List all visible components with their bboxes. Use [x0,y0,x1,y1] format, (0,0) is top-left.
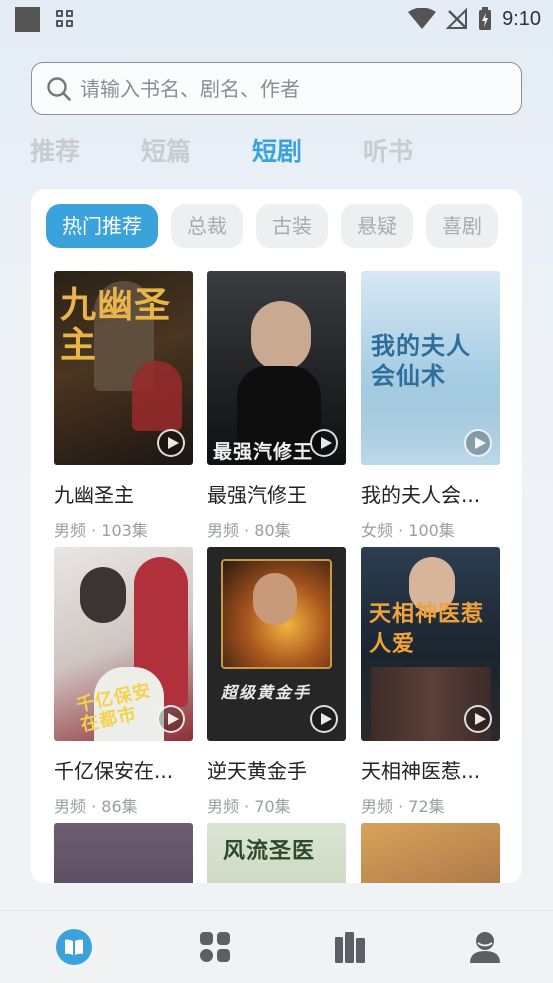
nav-bookshelf[interactable] [332,929,368,965]
search-icon [47,76,71,101]
battery-charging-icon [479,7,492,30]
no-signal-icon [446,8,468,29]
notification-icon [15,7,40,32]
bottom-navigation [0,910,553,983]
drama-item[interactable]: 超级黄金手 逆天黄金手 男频 · 70集 [207,547,346,817]
wifi-icon [408,8,437,29]
nav-category[interactable] [197,929,233,965]
drama-list-card: 热门推荐 总裁 古装 悬疑 喜剧 九幽圣主 九幽圣主 男频 · 103集 最强汽修王 [31,189,522,883]
drama-item[interactable] [54,823,193,883]
book-icon [56,929,92,965]
drama-cover[interactable]: 九幽圣主 [54,271,193,465]
drama-cover[interactable]: 超级黄金手 [207,547,346,741]
chip-costume[interactable]: 古装 [256,204,328,248]
search-bar[interactable] [31,62,522,115]
drama-item[interactable]: 我的夫人会仙术 我的夫人会... 女频 · 100集 [361,271,500,541]
drama-title: 最强汽修王 [207,483,307,507]
app-screen: 9:10 推荐 短篇 短剧 听书 热门推荐总裁古装悬疑喜剧 九幽圣主 [0,0,553,983]
tab-short-drama[interactable]: 短剧 [252,130,363,174]
drama-meta: 男频 · 80集 [207,521,291,540]
category-tabs: 推荐 短篇 短剧 听书 [30,130,474,174]
play-icon[interactable] [157,705,185,733]
drama-item[interactable]: 最强汽修王 最强汽修王 男频 · 80集 [207,271,346,541]
drama-item[interactable]: 千亿保安在都市 千亿保安在... 男频 · 86集 [54,547,193,817]
drama-meta: 男频 · 72集 [361,797,445,816]
drama-cover[interactable] [361,823,500,883]
drama-cover[interactable]: 最强汽修王 [207,271,346,465]
drama-title: 天相神医惹... [361,759,481,783]
drama-title: 九幽圣主 [54,483,134,507]
cover-title-text: 超级黄金手 [221,683,312,702]
nav-profile[interactable] [467,929,503,965]
drama-cover[interactable]: 千亿保安在都市 [54,547,193,741]
chip-mystery[interactable]: 悬疑 [341,204,413,248]
genre-chips: 热门推荐 总裁 古装 悬疑 喜剧 [46,204,507,250]
chip-comedy[interactable]: 喜剧 [426,204,498,248]
bookshelf-icon [335,932,365,963]
clock: 9:10 [502,7,541,30]
drama-item[interactable]: 九幽圣主 九幽圣主 男频 · 103集 [54,271,193,541]
drama-meta: 男频 · 86集 [54,797,138,816]
drama-title: 逆天黄金手 [207,759,307,783]
drama-meta: 女频 · 100集 [361,521,455,540]
drama-cover[interactable] [54,823,193,883]
drama-item[interactable] [361,823,500,883]
cover-title-text: 我的夫人会仙术 [371,331,471,390]
drama-title: 我的夫人会... [361,483,481,507]
play-icon[interactable] [157,429,185,457]
chip-hot[interactable]: 热门推荐 [46,204,158,248]
cover-title-text: 天相神医惹人爱 [369,601,485,657]
play-icon[interactable] [464,705,492,733]
search-input[interactable] [80,76,521,101]
nav-bookstore[interactable] [56,929,92,965]
drama-title: 千亿保安在... [54,759,174,783]
play-icon[interactable] [464,429,492,457]
app-grid-icon [56,10,74,28]
drama-cover[interactable]: 天相神医惹人爱 [361,547,500,741]
drama-item[interactable]: 天相神医惹人爱 天相神医惹... 男频 · 72集 [361,547,500,817]
profile-icon [470,932,500,963]
cover-title-text: 最强汽修王 [213,441,314,463]
chip-ceo[interactable]: 总裁 [171,204,243,248]
drama-meta: 男频 · 70集 [207,797,291,816]
drama-meta: 男频 · 103集 [54,521,148,540]
status-bar: 9:10 [0,0,553,38]
drama-item[interactable]: 风流圣医 [207,823,346,883]
drama-cover[interactable]: 我的夫人会仙术 [361,271,500,465]
tab-audiobook[interactable]: 听书 [363,130,474,174]
category-icon [200,932,230,962]
play-icon[interactable] [310,705,338,733]
play-icon[interactable] [310,429,338,457]
tab-short-stories[interactable]: 短篇 [141,130,252,174]
cover-title-text: 九幽圣主 [60,284,172,366]
drama-cover[interactable]: 风流圣医 [207,823,346,883]
tab-recommend[interactable]: 推荐 [30,130,141,174]
cover-title-text: 风流圣医 [223,838,316,864]
